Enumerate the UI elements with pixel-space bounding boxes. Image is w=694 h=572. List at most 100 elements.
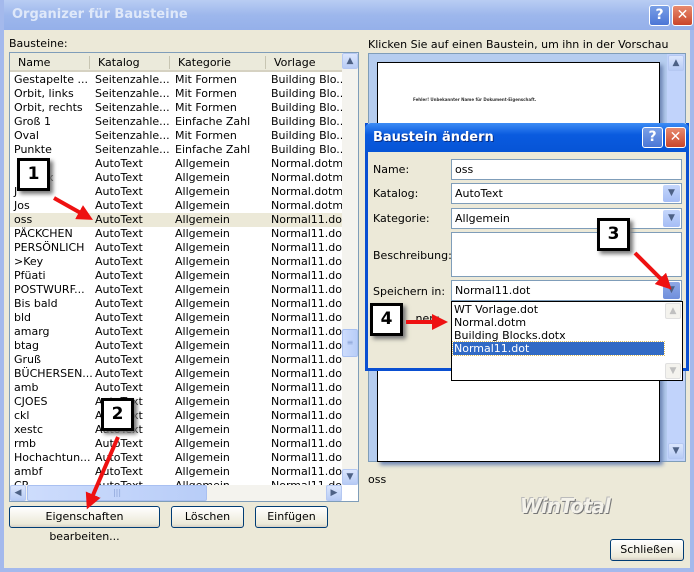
table-row[interactable]: xestcAutoTextAllgemeinNormal11.dot (10, 423, 342, 437)
table-row[interactable]: J AutoText Allgemein Normal.dotm (10, 185, 342, 199)
cell-kategorie: Allgemein (175, 297, 230, 310)
help-button[interactable]: ? (649, 5, 670, 26)
cell-vorlage: Normal11.dot (271, 255, 342, 268)
table-row[interactable]: CJOESAutoTextAllgemeinNormal11.dot (10, 395, 342, 409)
cell-kategorie: Allgemein (175, 171, 230, 184)
table-row[interactable]: btag AutoText Allgemein Normal11.dot (10, 339, 342, 353)
table-row[interactable]: bld AutoText Allgemein Normal11.dot (10, 311, 342, 325)
vertical-scrollbar[interactable]: ▲ ≡ ▼ (342, 53, 358, 485)
scroll-down-icon[interactable]: ▼ (342, 469, 358, 485)
building-blocks-list[interactable]: Name Katalog Kategorie Vorlage Gestapelt… (9, 52, 359, 502)
table-row[interactable]: rmb AutoText Allgemein Normal11.dot (10, 437, 342, 451)
chevron-down-icon[interactable]: ▼ (663, 210, 680, 227)
dropdown-scroll-down-icon[interactable]: ▼ (665, 363, 681, 379)
dialog-help-button[interactable]: ? (642, 127, 663, 148)
cell-katalog: AutoText (95, 283, 143, 296)
cell-kategorie: Allgemein (175, 437, 230, 450)
preview-page-text: Fehler! Unbekannter Name für Dokument-Ei… (413, 97, 537, 102)
cell-kategorie: Allgemein (175, 381, 230, 394)
scroll-right-icon[interactable]: ▶ (326, 485, 342, 501)
dropdown-scroll-up-icon[interactable]: ▲ (665, 303, 681, 319)
description-field[interactable] (451, 232, 682, 277)
preview-scroll-down-icon[interactable]: ▼ (668, 443, 684, 459)
catalog-select[interactable]: AutoText ▼ (451, 183, 682, 204)
column-header-vorlage[interactable]: Vorlage (274, 56, 315, 69)
chevron-down-icon[interactable]: ▼ (663, 282, 680, 299)
table-row[interactable]: AutoText Allgemein Normal.dotm (10, 157, 342, 171)
dialog-close-button[interactable]: ✕ (665, 127, 686, 148)
save-in-select[interactable]: Normal11.dot ▼ (451, 280, 682, 301)
cell-kategorie: Allgemein (175, 269, 230, 282)
hscroll-thumb[interactable]: ||| (27, 485, 207, 501)
scroll-thumb[interactable]: ≡ (342, 329, 358, 357)
callout-1: 1 (17, 158, 50, 191)
close-button[interactable]: ✕ (672, 5, 693, 26)
scroll-left-icon[interactable]: ◀ (10, 485, 26, 501)
dropdown-option[interactable]: Normal11.dot (452, 341, 665, 356)
cell-vorlage: Normal11.dot (271, 437, 342, 450)
table-row[interactable]: PERSÖNLICH AutoText Allgemein Normal11.dot (10, 241, 342, 255)
cell-kategorie: Mit Formen (175, 73, 237, 86)
delete-button[interactable]: Löschen (171, 506, 244, 528)
insert-button[interactable]: Einfügen (255, 506, 328, 528)
cell-kategorie: Allgemein (175, 339, 230, 352)
table-row[interactable]: PÄCKCHEN AutoText Allgemein Normal11.dot (10, 227, 342, 241)
cell-katalog: AutoText (95, 353, 143, 366)
name-field[interactable]: oss (451, 159, 682, 180)
table-row[interactable]: amb AutoText Allgemein Normal11.dot (10, 381, 342, 395)
table-row[interactable]: Pfüati AutoText Allgemein Normal11.dot (10, 269, 342, 283)
cell-kategorie: Allgemein (175, 283, 230, 296)
cell-name: oss (14, 213, 33, 226)
cell-name: ckl (14, 409, 30, 422)
cell-katalog: Seitenzahle... (95, 143, 170, 156)
cell-katalog: AutoText (95, 241, 143, 254)
table-row[interactable]: Gestapelte ... Seitenzahle... Mit Formen Bu… (10, 73, 342, 87)
cell-katalog: AutoText (95, 171, 143, 184)
column-header-kategorie[interactable]: Kategorie (178, 56, 231, 69)
cell-name: POSTWURF... (14, 283, 85, 296)
table-row[interactable]: ambf AutoText Allgemein Normal11.dot (10, 465, 342, 479)
cell-kategorie: Einfache Zahl (175, 115, 251, 128)
cell-katalog: AutoText (95, 367, 143, 380)
table-row[interactable]: >Key AutoText Allgemein Normal11.dot (10, 255, 342, 269)
table-row[interactable]: Jos AutoText Allgemein Normal.dotm (10, 199, 342, 213)
table-row[interactable]: Oval Seitenzahle... Mit Formen Building Blo… (10, 129, 342, 143)
table-row[interactable]: cklAutoTextAllgemeinNormal11.dot (10, 409, 342, 423)
preview-scroll-up-icon[interactable]: ▲ (668, 55, 684, 71)
table-row[interactable]: x AutoText Allgemein Normal.dotm (10, 171, 342, 185)
selected-block-name: oss (368, 473, 387, 486)
table-row[interactable]: Orbit, rechts Seitenzahle... Mit Formen Bui… (10, 101, 342, 115)
dropdown-option[interactable]: WT Vorlage.dot (453, 303, 664, 316)
table-row[interactable]: Groß 1 Seitenzahle... Einfache Zahl Buildin… (10, 115, 342, 129)
name-label: Name: (373, 163, 410, 176)
cell-vorlage: Normal.dotm (271, 157, 342, 170)
chevron-down-icon[interactable]: ▼ (663, 185, 680, 202)
save-in-dropdown-list[interactable]: ▲ ▼ WT Vorlage.dot Normal.dotm Building Bl… (451, 301, 683, 381)
close-dialog-button[interactable]: Schließen (610, 539, 684, 561)
table-row[interactable]: amarg AutoText Allgemein Normal11.dot (10, 325, 342, 339)
table-row[interactable]: Punkte Seitenzahle... Einfache Zahl Buildin… (10, 143, 342, 157)
table-row[interactable]: BÜCHERSEN... AutoText Allgemein Normal11.do… (10, 367, 342, 381)
cell-kategorie: Allgemein (175, 157, 230, 170)
table-row[interactable]: Bis bald AutoText Allgemein Normal11.dot (10, 297, 342, 311)
horizontal-scrollbar[interactable]: ◀ ||| ▶ (10, 485, 342, 501)
cell-katalog: Seitenzahle... (95, 101, 170, 114)
column-header-name[interactable]: Name (18, 56, 50, 69)
table-row[interactable]: POSTWURF... AutoText Allgemein Normal11.dot (10, 283, 342, 297)
table-row[interactable]: Hochachtun... AutoText Allgemein Normal11.d… (10, 451, 342, 465)
category-select[interactable]: Allgemein ▼ (451, 208, 682, 229)
edit-properties-button[interactable]: Eigenschaften bearbeiten... (9, 506, 160, 543)
dropdown-option[interactable]: Normal.dotm (453, 316, 664, 329)
dialog-title-bar: Baustein ändern ? ✕ (365, 123, 689, 152)
cell-kategorie: Allgemein (175, 227, 230, 240)
scroll-up-icon[interactable]: ▲ (342, 53, 358, 69)
table-row[interactable]: oss AutoText Allgemein Normal11.dot (10, 213, 342, 227)
column-header-katalog[interactable]: Katalog (98, 56, 140, 69)
table-row[interactable]: Orbit, links Seitenzahle... Mit Formen Buil… (10, 87, 342, 101)
dropdown-option[interactable]: Building Blocks.dotx (453, 329, 664, 342)
table-row[interactable]: Gruß AutoText Allgemein Normal11.dot (10, 353, 342, 367)
cell-kategorie: Einfache Zahl (175, 143, 251, 156)
cell-name: amb (14, 381, 39, 394)
cell-kategorie: Allgemein (175, 451, 230, 464)
cell-katalog: AutoText (95, 339, 143, 352)
